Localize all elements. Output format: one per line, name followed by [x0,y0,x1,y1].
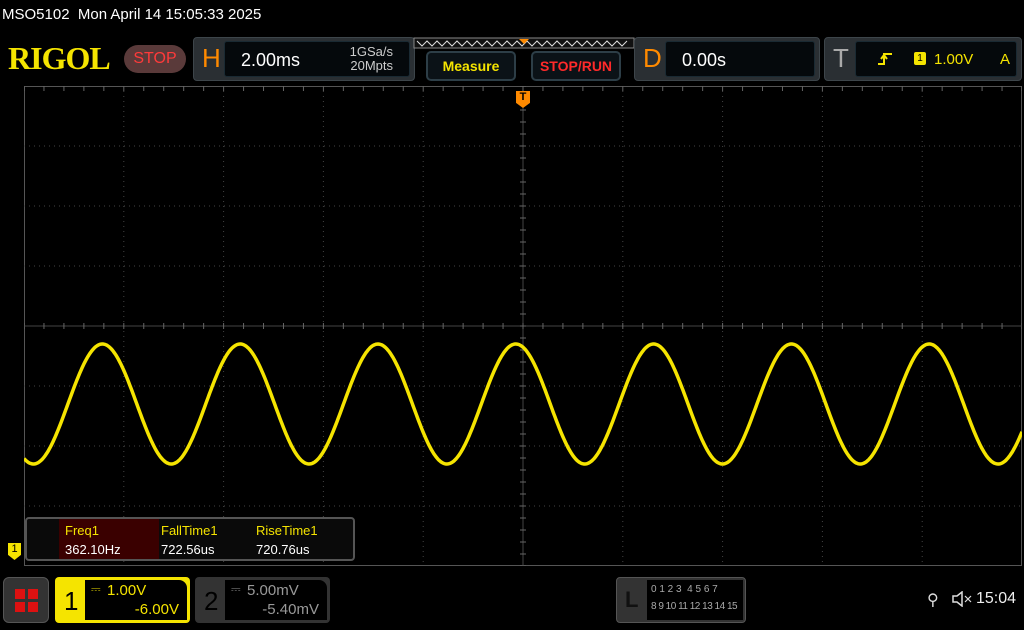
measurement-freq: Freq1 362.10Hz [59,519,159,559]
waveform-display[interactable] [24,86,1022,566]
delay-value: 0.00s [682,50,727,70]
title-bar: MSO5102 Mon April 14 15:05:33 2025 [2,6,261,23]
datetime: Mon April 14 15:05:33 2025 [77,6,262,23]
measurement-panel: Freq1 362.10Hz FallTime1 722.56us RiseTi… [25,517,355,561]
speaker-muted-icon[interactable] [951,591,973,607]
measurement-label: Freq1 [65,523,99,538]
sample-rate: 1GSa/s [349,44,393,59]
delay-letter: D [643,43,662,73]
trigger-level: 1.00V [934,51,974,68]
horizontal-panel[interactable]: H 2.00ms 1GSa/s 20Mpts [193,37,415,81]
measurement-falltime: FallTime1 722.56us [155,519,251,559]
channel-offset: -6.00V [134,601,179,618]
menu-grid-icon [15,589,38,612]
channel-2-panel[interactable]: 2 ⎓ 5.00mV -5.40mV [195,577,330,623]
ch1-ground-marker[interactable]: 1 [8,543,21,560]
clock: 15:04 [976,590,1017,607]
measurement-value: 720.76us [256,542,310,557]
trigger-mode: A [1000,51,1011,68]
trigger-letter: T [833,43,849,73]
measurement-value: 722.56us [161,542,215,557]
run-status-badge[interactable]: STOP [124,45,186,73]
logic-letter: L [625,587,639,612]
measure-button[interactable]: Measure [426,51,516,81]
logic-channels-row2: 8 9 10 11 12 13 14 15 [651,601,738,612]
channel-number: 1 [64,586,79,616]
channel-number: 2 [204,586,219,616]
dc-coupling-icon: ⎓ [91,582,101,596]
channel-offset: -5.40mV [262,601,319,618]
trigger-source-badge: 1 [914,52,926,65]
measurement-label: FallTime1 [161,523,218,538]
waveform-overview-bar[interactable] [413,37,635,49]
logic-analyzer-panel[interactable]: L 0 1 2 3 4 5 6 7 8 9 10 11 12 13 14 15 [616,577,746,623]
horizontal-letter: H [202,43,221,73]
measurement-value: 362.10Hz [65,542,121,557]
model-name: MSO5102 [2,6,70,23]
channel-scale: 1.00V [107,582,147,599]
stop-run-button[interactable]: STOP/RUN [531,51,621,81]
rising-edge-icon [878,53,892,65]
trigger-panel[interactable]: T 1 1.00V A [824,37,1022,81]
usb-icon: ⚲ [927,592,939,609]
logic-channels-row1: 0 1 2 3 4 5 6 7 [651,584,718,595]
dc-coupling-icon: ⎓ [231,582,241,596]
measurement-risetime: RiseTime1 720.76us [250,519,350,559]
channel-1-panel[interactable]: 1 ⎓ 1.00V -6.00V [55,577,190,623]
measurement-label: RiseTime1 [256,523,318,538]
menu-button[interactable] [3,577,49,623]
memory-depth: 20Mpts [350,58,393,73]
delay-panel[interactable]: D 0.00s [634,37,820,81]
timebase-value: 2.00ms [241,50,301,70]
rigol-logo: RIGOL [8,40,111,76]
channel-scale: 5.00mV [247,582,299,599]
